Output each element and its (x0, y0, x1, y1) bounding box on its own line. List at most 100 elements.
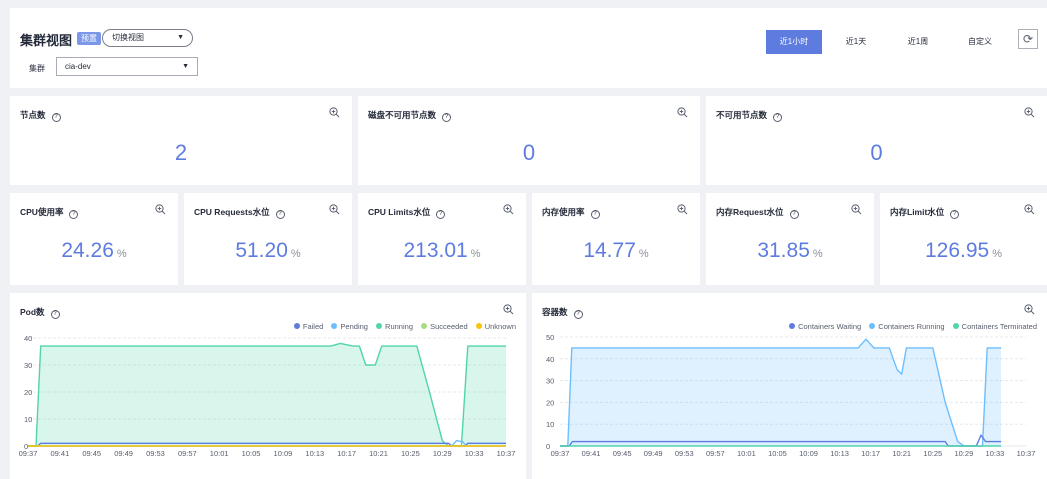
metric-value: 24.26 (61, 239, 114, 262)
y-tick-label: 0 (546, 442, 550, 451)
zoom-in-icon[interactable] (1024, 107, 1035, 118)
y-tick-label: 10 (546, 420, 554, 429)
chevron-down-icon: ▼ (177, 34, 184, 41)
metric-unit: % (116, 248, 127, 260)
zoom-in-icon[interactable] (503, 204, 514, 215)
x-tick-label: 09:53 (675, 449, 694, 458)
metric-card-node-count: 节点数? 2 (10, 96, 352, 185)
y-tick-label: 30 (546, 377, 554, 386)
y-tick-label: 10 (24, 415, 32, 424)
x-tick-label: 09:45 (82, 449, 101, 458)
zoom-in-icon[interactable] (155, 204, 166, 215)
metric-value: 31.85 (757, 239, 810, 262)
x-tick-label: 09:49 (644, 449, 663, 458)
x-tick-label: 10:25 (401, 449, 420, 458)
page-title: 集群视图 (20, 33, 73, 48)
x-tick-label: 10:13 (830, 449, 849, 458)
zoom-in-icon[interactable] (1024, 204, 1035, 215)
x-tick-label: 09:57 (178, 449, 197, 458)
metric-unit: % (992, 248, 1002, 260)
series-area-running (28, 343, 506, 446)
x-tick-label: 09:41 (582, 449, 601, 458)
metric-unit: % (290, 248, 301, 260)
x-tick-label: 10:17 (861, 449, 880, 458)
x-tick-label: 09:41 (50, 449, 69, 458)
metric-value: 51.20 (235, 239, 288, 262)
x-tick-label: 10:29 (954, 449, 973, 458)
y-tick-label: 30 (24, 361, 32, 370)
x-tick-label: 09:53 (146, 449, 165, 458)
range-1h-button[interactable]: 近1小时 (766, 30, 822, 54)
metric-unit: % (812, 248, 823, 260)
help-icon[interactable]: ? (275, 210, 285, 219)
pod-count-chart-card: Pod数? Failed Pending Running Succeeded U… (10, 293, 526, 479)
metric-title: 内存Limit水位 (890, 207, 945, 217)
container-count-chart: 0 10 20 30 40 50 09:37 09:41 09:45 09:49 09:53 09:5… (546, 333, 1036, 458)
refresh-icon[interactable]: ⟳ (1018, 29, 1038, 49)
x-tick-label: 10:05 (768, 449, 787, 458)
x-tick-label: 10:05 (242, 449, 261, 458)
zoom-in-icon[interactable] (851, 204, 862, 215)
help-icon[interactable]: ? (69, 210, 79, 219)
zoom-in-icon[interactable] (329, 204, 340, 215)
help-icon[interactable]: ? (789, 210, 799, 219)
metric-card-memory-request: 内存Request水位? 31.85% (706, 193, 874, 285)
help-icon[interactable]: ? (442, 113, 452, 122)
help-icon[interactable]: ? (590, 210, 600, 219)
metric-title: 内存使用率 (542, 207, 585, 217)
range-1w-button[interactable]: 近1周 (890, 30, 946, 54)
x-tick-label: 10:01 (737, 449, 756, 458)
x-tick-label: 09:57 (706, 449, 725, 458)
cluster-view-header: 集群视图 预置 切换视图 ▼ 集群 cia-dev ▼ 近1小时 近1天 近1周… (10, 8, 1047, 88)
zoom-in-icon[interactable] (677, 204, 688, 215)
y-tick-label: 20 (24, 388, 32, 397)
metric-value: 126.95 (924, 239, 990, 262)
cluster-select[interactable]: cia-dev ▼ (56, 57, 198, 76)
x-tick-label: 09:37 (19, 449, 38, 458)
switch-view-label: 切换视图 (112, 33, 144, 42)
metric-card-unavailable-nodes: 不可用节点数? 0 (706, 96, 1047, 185)
y-tick-label: 40 (24, 334, 32, 343)
metric-card-memory-usage: 内存使用率? 14.77% (532, 193, 700, 285)
switch-view-dropdown[interactable]: 切换视图 ▼ (102, 29, 193, 47)
x-tick-label: 10:25 (923, 449, 942, 458)
help-icon[interactable]: ? (773, 113, 783, 122)
x-tick-label: 10:37 (1017, 449, 1036, 458)
x-tick-label: 10:01 (210, 449, 229, 458)
range-custom-button[interactable]: 自定义 (952, 30, 1008, 54)
pod-count-chart: 01020304009:37 09:41 09:45 09:49 09:53 09:57 1… (19, 334, 516, 458)
y-tick-label: 40 (546, 355, 554, 364)
metric-title: CPU Limits水位 (368, 207, 431, 217)
x-tick-label: 10:13 (305, 449, 324, 458)
chevron-down-icon: ▼ (182, 63, 189, 70)
metric-title: 不可用节点数 (716, 110, 768, 120)
metric-title: 磁盘不可用节点数 (368, 110, 437, 120)
x-tick-label: 09:37 (551, 449, 570, 458)
preset-badge: 预置 (77, 32, 101, 45)
help-icon[interactable]: ? (51, 113, 61, 122)
metric-value: 213.01 (403, 239, 468, 262)
zoom-in-icon[interactable] (677, 107, 688, 118)
x-tick-label: 10:33 (986, 449, 1005, 458)
x-tick-label: 10:33 (465, 449, 484, 458)
metric-card-cpu-usage: CPU使用率? 24.26% (10, 193, 178, 285)
metric-title: 内存Request水位 (716, 207, 784, 217)
metric-title: CPU使用率 (20, 207, 64, 217)
metric-value: 0 (522, 140, 536, 165)
metric-card-disk-unavailable-nodes: 磁盘不可用节点数? 0 (358, 96, 700, 185)
metric-value: 0 (870, 140, 883, 165)
help-icon[interactable]: ? (436, 210, 446, 219)
range-1d-button[interactable]: 近1天 (828, 30, 884, 54)
x-tick-label: 09:49 (114, 449, 133, 458)
metric-title: CPU Requests水位 (194, 207, 270, 217)
x-tick-label: 10:21 (369, 449, 388, 458)
metric-card-cpu-requests: CPU Requests水位? 51.20% (184, 193, 352, 285)
help-icon[interactable]: ? (950, 210, 960, 219)
container-count-chart-card: 容器数? Containers Waiting Containers Runni… (532, 293, 1047, 479)
zoom-in-icon[interactable] (329, 107, 340, 118)
metric-card-memory-limit: 内存Limit水位? 126.95% (880, 193, 1047, 285)
y-tick-label: 50 (546, 333, 554, 342)
metric-value: 2 (174, 140, 188, 165)
metric-unit: % (638, 248, 649, 260)
x-tick-label: 10:17 (337, 449, 356, 458)
